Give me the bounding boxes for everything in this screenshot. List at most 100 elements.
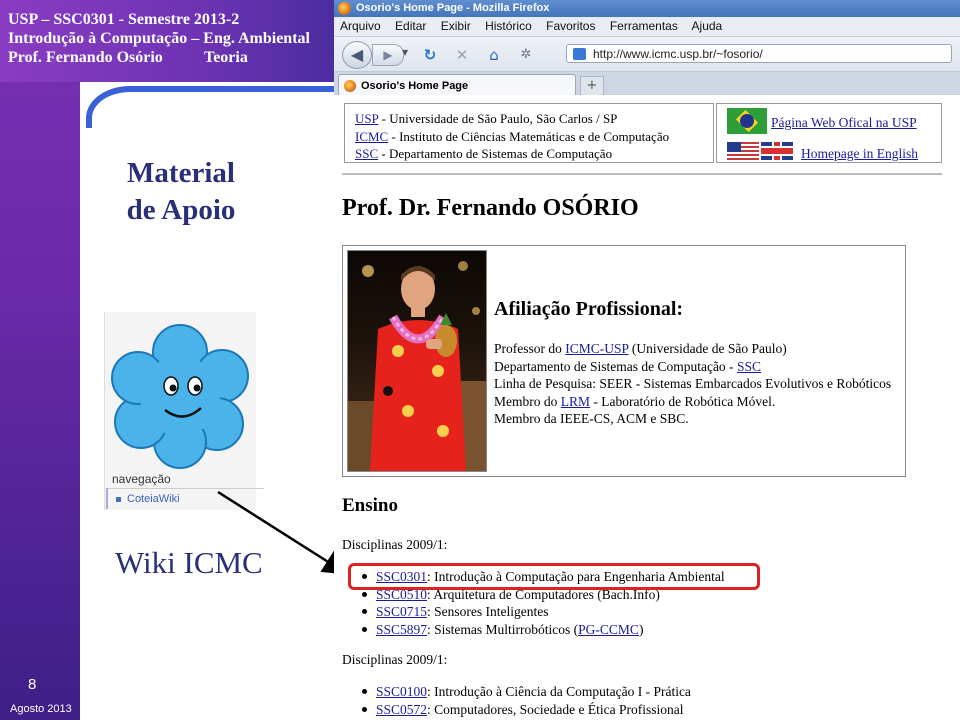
slide-date: Agosto 2013 — [10, 703, 72, 715]
institution-row: SSC - Departamento de Sistemas de Comput… — [355, 145, 703, 163]
discipline-name: : Sistemas Multirrobóticos ( — [427, 621, 579, 637]
page-content: USP - Universidade de São Paulo, São Car… — [334, 95, 960, 720]
tab-osorio-home[interactable]: Osorio's Home Page — [338, 74, 576, 96]
affiliation-lines: Professor do ICMC-USP (Universidade de S… — [494, 340, 891, 428]
addon-icon[interactable]: ✲ — [516, 45, 536, 65]
affiliation-title: Afiliação Profissional: — [494, 298, 684, 320]
wiki-nav-label: navegação — [112, 472, 171, 486]
slide-title-line1: Material — [127, 157, 235, 189]
menu-exibir[interactable]: Exibir — [441, 19, 471, 33]
wiki-nav-link[interactable]: CoteiaWiki — [106, 488, 264, 509]
affiliation-line: Departamento de Sistemas de Computação -… — [494, 358, 891, 376]
wiki-flower-logo-icon — [111, 324, 249, 469]
aff-text: Departamento de Sistemas de Computação - — [494, 358, 737, 374]
slide-title: Material de Apoio — [116, 155, 246, 229]
discipline-name: ) — [638, 621, 644, 637]
tab-title: Osorio's Home Page — [361, 80, 469, 92]
new-tab-button[interactable]: + — [580, 76, 604, 96]
highlight-box — [348, 563, 760, 590]
wiki-nav-link-text: CoteiaWiki — [127, 493, 180, 505]
uk-flag-icon — [761, 142, 793, 160]
menu-arquivo[interactable]: Arquivo — [340, 19, 381, 33]
list-item: SSC5897: Sistemas Multirrobóticos (PG-CC… — [354, 621, 725, 639]
url-text: http://www.icmc.usp.br/~fosorio/ — [593, 47, 763, 61]
icmc-link[interactable]: ICMC — [355, 129, 388, 144]
slide-header: USP – SSC0301 - Semestre 2013-2 Introduç… — [8, 10, 310, 67]
slide-curve-decoration — [86, 86, 340, 128]
slide-header-line1: USP – SSC0301 - Semestre 2013-2 — [8, 11, 240, 28]
divider — [342, 173, 942, 175]
usp-official-page-link[interactable]: Página Web Ofical na USP — [771, 115, 917, 131]
institution-row: ICMC - Instituto de Ciências Matemáticas… — [355, 128, 703, 146]
slide-number: 8 — [28, 676, 37, 693]
list-item: SSC0572: Computadores, Sociedade e Ética… — [354, 701, 691, 719]
menu-ajuda[interactable]: Ajuda — [692, 19, 723, 33]
ensino-heading: Ensino — [342, 495, 398, 516]
institution-links-box: USP - Universidade de São Paulo, São Car… — [344, 103, 714, 163]
site-favicon-icon — [573, 48, 586, 60]
institution-row: USP - Universidade de São Paulo, São Car… — [355, 110, 703, 128]
ssc5897-link[interactable]: SSC5897 — [376, 622, 427, 637]
tab-bar: Osorio's Home Page + — [334, 72, 960, 97]
list-item: SSC0100: Introdução à Ciência da Computa… — [354, 683, 691, 701]
firefox-icon — [338, 2, 351, 15]
usp-link[interactable]: USP — [355, 111, 378, 126]
menu-favoritos[interactable]: Favoritos — [546, 19, 595, 33]
discipline-name: : Computadores, Sociedade e Ética Profis… — [427, 701, 684, 717]
reload-icon[interactable]: ↻ — [420, 45, 440, 65]
aff-text: Professor do — [494, 341, 566, 356]
brazil-flag-globe — [740, 114, 754, 128]
aff-text: - Laboratório de Robótica Móvel. — [590, 393, 776, 409]
menu-ferramentas[interactable]: Ferramentas — [610, 19, 678, 33]
stop-icon[interactable]: ✕ — [452, 45, 472, 65]
menu-historico[interactable]: Histórico — [485, 19, 532, 33]
english-homepage-link[interactable]: Homepage in English — [801, 146, 918, 162]
affiliation-line: Membro da IEEE-CS, ACM e SBC. — [494, 411, 689, 426]
icmc-usp-link[interactable]: ICMC-USP — [565, 341, 628, 356]
pg-ccmc-link[interactable]: PG-CCMC — [578, 622, 639, 637]
lrm-link[interactable]: LRM — [561, 394, 590, 409]
usp-desc: - Universidade de São Paulo, São Carlos … — [378, 111, 618, 126]
list-item: SSC0715: Sensores Inteligentes — [354, 603, 725, 621]
slide-header-teoria: Teoria — [204, 49, 248, 66]
ssc0715-link[interactable]: SSC0715 — [376, 604, 427, 619]
slide-purple-band — [0, 0, 80, 720]
wiki-title: Wiki ICMC — [115, 545, 263, 580]
home-icon[interactable]: ⌂ — [484, 45, 504, 65]
slide-left-panel: USP – SSC0301 - Semestre 2013-2 Introduç… — [0, 0, 340, 720]
page-title: Prof. Dr. Fernando OSÓRIO — [342, 195, 639, 221]
aff-text: (Universidade de São Paulo) — [628, 341, 787, 356]
ssc-desc: - Departamento de Sistemas de Computação — [378, 146, 613, 161]
menu-editar[interactable]: Editar — [395, 19, 426, 33]
ssc-link[interactable]: SSC — [355, 146, 378, 161]
ssc-dept-link[interactable]: SSC — [737, 359, 761, 374]
window-title: Osorio's Home Page - Mozilla Firefox — [356, 2, 550, 14]
language-links-box: Página Web Ofical na USP Homepage in Eng… — [716, 103, 942, 163]
tab-favicon-icon — [344, 80, 356, 92]
profile-photo — [347, 250, 487, 472]
disciplines-heading-1: Disciplinas 2009/1: — [342, 537, 448, 552]
disciplines-list-2: SSC0100: Introdução à Ciência da Computa… — [354, 683, 691, 718]
disciplines-heading-2: Disciplinas 2009/1: — [342, 652, 448, 667]
navigation-toolbar: ◀ ▶ ▼ ↻ ✕ ⌂ ✲ http://www.icmc.usp.br/~fo… — [334, 37, 960, 72]
forward-button[interactable]: ▶ — [372, 44, 404, 66]
slide-title-line2: de Apoio — [126, 194, 236, 226]
profile-photo-image — [348, 261, 486, 471]
discipline-name: : Introdução à Ciência da Computação I -… — [427, 684, 691, 699]
affiliation-box: Afiliação Profissional: Professor do ICM… — [342, 245, 906, 477]
ssc0100-link[interactable]: SSC0100 — [376, 684, 427, 699]
affiliation-line: Professor do ICMC-USP (Universidade de S… — [494, 340, 891, 358]
affiliation-line: Membro do LRM - Laboratório de Robótica … — [494, 393, 891, 411]
ssc0572-link[interactable]: SSC0572 — [376, 702, 427, 717]
menu-bar: Arquivo Editar Exibir Histórico Favorito… — [334, 17, 960, 37]
slide-header-line3: Prof. Fernando Osório — [8, 49, 163, 66]
history-dropdown-icon[interactable]: ▼ — [402, 48, 408, 57]
window-titlebar: Osorio's Home Page - Mozilla Firefox — [334, 0, 960, 17]
back-button[interactable]: ◀ — [342, 41, 372, 69]
discipline-name: : Sensores Inteligentes — [427, 604, 549, 619]
url-bar[interactable]: http://www.icmc.usp.br/~fosorio/ — [566, 44, 952, 63]
icmc-desc: - Instituto de Ciências Matemáticas e de… — [388, 128, 670, 144]
us-flag-icon — [727, 142, 759, 160]
bullet-icon — [116, 496, 121, 502]
affiliation-line: Linha de Pesquisa: SEER - Sistemas Embar… — [494, 376, 892, 391]
